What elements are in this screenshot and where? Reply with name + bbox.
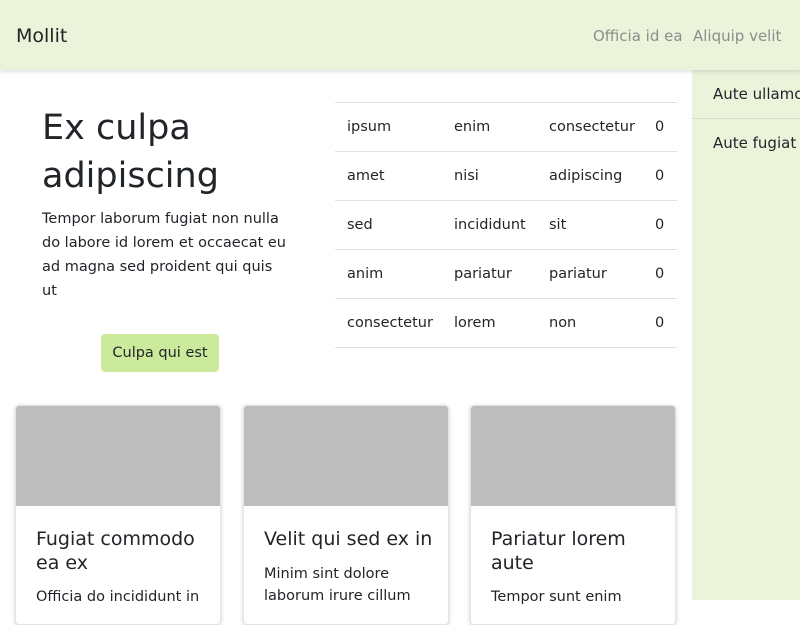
table-cell: pariatur <box>537 249 645 299</box>
table-cell: 0 <box>645 298 677 348</box>
table-cell: enim <box>442 102 537 152</box>
table-cell: consectetur <box>537 102 645 152</box>
table-cell: 0 <box>645 151 677 201</box>
table-row: amet nisi adipiscing 0 <box>335 151 677 201</box>
card-velit-qui: Velit qui sed ex in Minim sint dolore la… <box>243 405 449 625</box>
table-cell: consectetur <box>335 298 442 348</box>
nav-link-aliquip[interactable]: Aliquip velit <box>693 26 781 46</box>
card-image-placeholder <box>16 406 220 506</box>
card-text: Minim sint dolore laborum irure cillum <box>264 566 411 604</box>
culpa-qui-est-button[interactable]: Culpa qui est <box>101 334 219 372</box>
table-cell: incididunt <box>442 200 537 250</box>
hero-title: Ex culpa adipiscing <box>42 108 219 196</box>
table-cell: 0 <box>645 249 677 299</box>
hero-description: Tempor laborum fugiat non nulla do labor… <box>42 211 286 299</box>
table-cell: ipsum <box>335 102 442 152</box>
nav-link-officia[interactable]: Officia id ea <box>593 26 683 46</box>
card-image-placeholder <box>244 406 448 506</box>
table-cell: sit <box>537 200 645 250</box>
right-sidebar: Aute ullamco Aute fugiat <box>692 70 800 600</box>
table-cell: 0 <box>645 102 677 152</box>
table-cell: non <box>537 298 645 348</box>
card-text: Tempor sunt enim <box>491 589 622 605</box>
card-image-placeholder <box>471 406 675 506</box>
sidebar-item-aute-ullamco[interactable]: Aute ullamco <box>692 70 800 119</box>
table-cell: adipiscing <box>537 151 645 201</box>
table-cell: lorem <box>442 298 537 348</box>
table-row: ipsum enim consectetur 0 <box>335 102 677 152</box>
data-table: ipsum enim consectetur 0 amet nisi adipi… <box>335 102 677 348</box>
top-navbar: Mollit Officia id ea Aliquip velit <box>0 0 800 70</box>
card-title: Pariatur lorem aute <box>491 528 626 574</box>
table-cell: sed <box>335 200 442 250</box>
card-text: Officia do incididunt in <box>36 589 200 605</box>
table-cell: nisi <box>442 151 537 201</box>
table-cell: amet <box>335 151 442 201</box>
sidebar-item-aute-fugiat[interactable]: Aute fugiat <box>692 119 800 168</box>
card-title: Velit qui sed ex in <box>264 528 433 550</box>
table-row: consectetur lorem non 0 <box>335 298 677 348</box>
brand-logo[interactable]: Mollit <box>16 23 67 49</box>
card-fugiat-commodo: Fugiat commodo ea ex Officia do incididu… <box>15 405 221 625</box>
table-cell: 0 <box>645 200 677 250</box>
table-cell: pariatur <box>442 249 537 299</box>
table-cell: anim <box>335 249 442 299</box>
card-title: Fugiat commodo ea ex <box>36 528 195 574</box>
table-row: sed incididunt sit 0 <box>335 200 677 250</box>
table-row: anim pariatur pariatur 0 <box>335 249 677 299</box>
card-pariatur-lorem: Pariatur lorem aute Tempor sunt enim <box>470 405 676 625</box>
